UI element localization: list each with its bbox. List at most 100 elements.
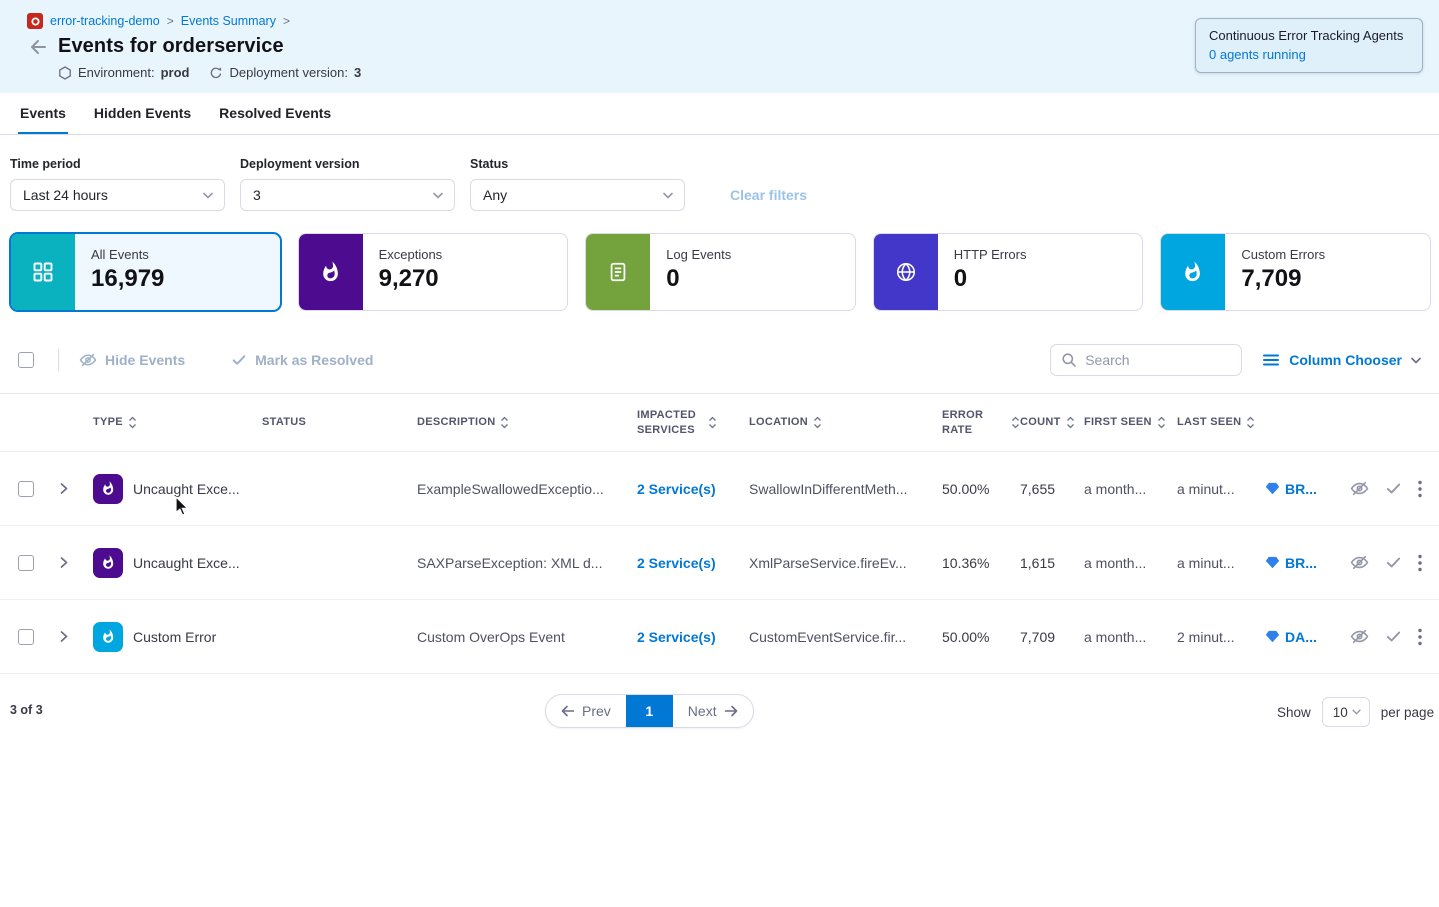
- row-actions: [1343, 479, 1439, 498]
- tab-hidden-events[interactable]: Hidden Events: [92, 93, 193, 134]
- hide-event-icon[interactable]: [1350, 627, 1369, 646]
- current-page-button[interactable]: 1: [626, 695, 673, 727]
- card-label: Log Events: [666, 247, 731, 262]
- count-cell: 7,709: [1020, 629, 1084, 645]
- card-exceptions[interactable]: Exceptions 9,270: [298, 233, 569, 311]
- breadcrumb-project-link[interactable]: error-tracking-demo: [50, 14, 160, 28]
- column-header-location[interactable]: LOCATION: [749, 415, 942, 429]
- row-actions: [1343, 627, 1439, 646]
- agents-running-link[interactable]: 0 agents running: [1209, 47, 1409, 62]
- environment-icon: [58, 66, 72, 80]
- table-row[interactable]: Uncaught Exce... SAXParseException: XML …: [0, 526, 1439, 600]
- kebab-menu-icon[interactable]: [1418, 554, 1422, 572]
- table-row[interactable]: Custom Error Custom OverOps Event 2 Serv…: [0, 600, 1439, 674]
- first-seen-cell: a month...: [1084, 629, 1177, 645]
- chevron-down-icon: [1352, 709, 1361, 715]
- resolve-check-icon[interactable]: [1385, 554, 1402, 571]
- kebab-menu-icon[interactable]: [1418, 480, 1422, 498]
- per-page-label: per page: [1381, 705, 1434, 720]
- column-header-status: STATUS: [262, 415, 417, 429]
- impacted-services-link[interactable]: 2 Service(s): [637, 555, 749, 571]
- page-size-select[interactable]: 10: [1322, 697, 1370, 727]
- breadcrumb-events-summary-link[interactable]: Events Summary: [181, 14, 276, 28]
- event-stat-cards: All Events 16,979 Exceptions 9,270 Log E…: [10, 233, 1431, 311]
- sort-icon: [813, 416, 822, 429]
- column-header-count[interactable]: COUNT: [1020, 415, 1084, 429]
- deployment-version-select[interactable]: 3: [240, 179, 455, 211]
- clear-filters-button[interactable]: Clear filters: [730, 187, 807, 203]
- flame-icon: [93, 622, 123, 652]
- expand-chevron-icon[interactable]: [54, 478, 84, 499]
- card-value: 9,270: [379, 265, 443, 293]
- check-icon: [231, 352, 247, 368]
- card-value: 7,709: [1241, 265, 1325, 293]
- hide-events-button[interactable]: Hide Events: [79, 351, 185, 369]
- version-link[interactable]: BR...: [1265, 481, 1343, 497]
- resolve-check-icon[interactable]: [1385, 628, 1402, 645]
- count-cell: 7,655: [1020, 481, 1084, 497]
- page-size-group: Show 10 per page: [1277, 697, 1434, 727]
- status-select[interactable]: Any: [470, 179, 685, 211]
- column-chooser-button[interactable]: Column Chooser: [1262, 351, 1421, 369]
- hide-event-icon[interactable]: [1350, 479, 1369, 498]
- expand-chevron-icon[interactable]: [54, 626, 84, 647]
- description-cell: SAXParseException: XML d...: [417, 555, 637, 571]
- card-label: Exceptions: [379, 247, 443, 262]
- next-page-button[interactable]: Next: [673, 695, 753, 727]
- kebab-menu-icon[interactable]: [1418, 628, 1422, 646]
- event-type-cell: Custom Error: [84, 622, 262, 652]
- deployment-version-label: Deployment version: [240, 157, 455, 171]
- status-label: Status: [470, 157, 685, 171]
- column-header-first-seen[interactable]: FIRST SEEN: [1084, 415, 1177, 429]
- card-http-errors[interactable]: HTTP Errors 0: [873, 233, 1144, 311]
- impacted-services-link[interactable]: 2 Service(s): [637, 629, 749, 645]
- search-input[interactable]: [1085, 352, 1225, 368]
- sort-icon: [1066, 416, 1075, 429]
- breadcrumb-separator: >: [283, 14, 290, 28]
- column-header-type[interactable]: TYPE: [84, 415, 262, 429]
- document-icon: [586, 234, 650, 310]
- card-custom-errors[interactable]: Custom Errors 7,709: [1160, 233, 1431, 311]
- table-row[interactable]: Uncaught Exce... ExampleSwallowedExcepti…: [0, 452, 1439, 526]
- column-header-error-rate[interactable]: ERROR RATE: [942, 408, 1020, 437]
- row-checkbox[interactable]: [18, 555, 34, 571]
- events-table: TYPE STATUS DESCRIPTION IMPACTED SERVICE…: [0, 393, 1439, 674]
- row-checkbox[interactable]: [18, 629, 34, 645]
- page-summary: 3 of 3: [10, 703, 43, 717]
- error-rate-cell: 10.36%: [942, 555, 1020, 571]
- table-toolbar: Hide Events Mark as Resolved Column Choo…: [0, 343, 1439, 377]
- row-checkbox[interactable]: [18, 481, 34, 497]
- card-value: 0: [954, 265, 1027, 293]
- hide-event-icon[interactable]: [1350, 553, 1369, 572]
- card-all-events[interactable]: All Events 16,979: [10, 233, 281, 311]
- tab-events[interactable]: Events: [18, 93, 68, 134]
- flame-icon: [299, 234, 363, 310]
- time-period-filter: Time period Last 24 hours: [10, 157, 225, 211]
- description-cell: Custom OverOps Event: [417, 629, 637, 645]
- impacted-services-link[interactable]: 2 Service(s): [637, 481, 749, 497]
- expand-chevron-icon[interactable]: [54, 552, 84, 573]
- flame-icon: [93, 474, 123, 504]
- chevron-down-icon: [663, 192, 673, 199]
- sort-icon: [1246, 416, 1255, 429]
- back-arrow-icon[interactable]: [27, 37, 47, 57]
- column-header-impacted-services[interactable]: IMPACTED SERVICES: [637, 408, 749, 437]
- app-logo-icon: [27, 13, 43, 29]
- agents-status-box: Continuous Error Tracking Agents 0 agent…: [1195, 18, 1423, 73]
- select-all-checkbox[interactable]: [18, 352, 34, 368]
- version-link[interactable]: DA...: [1265, 629, 1343, 645]
- card-log-events[interactable]: Log Events 0: [585, 233, 856, 311]
- gem-icon: [1265, 482, 1280, 495]
- resolve-check-icon[interactable]: [1385, 480, 1402, 497]
- prev-page-button[interactable]: Prev: [546, 695, 626, 727]
- column-header-last-seen[interactable]: LAST SEEN: [1177, 415, 1265, 429]
- time-period-select[interactable]: Last 24 hours: [10, 179, 225, 211]
- row-actions: [1343, 553, 1439, 572]
- version-link[interactable]: BR...: [1265, 555, 1343, 571]
- column-header-description[interactable]: DESCRIPTION: [417, 415, 637, 429]
- tab-resolved-events[interactable]: Resolved Events: [217, 93, 333, 134]
- sort-icon: [500, 416, 509, 429]
- flame-icon: [93, 548, 123, 578]
- mark-resolved-button[interactable]: Mark as Resolved: [231, 352, 373, 368]
- flame-icon: [1161, 234, 1225, 310]
